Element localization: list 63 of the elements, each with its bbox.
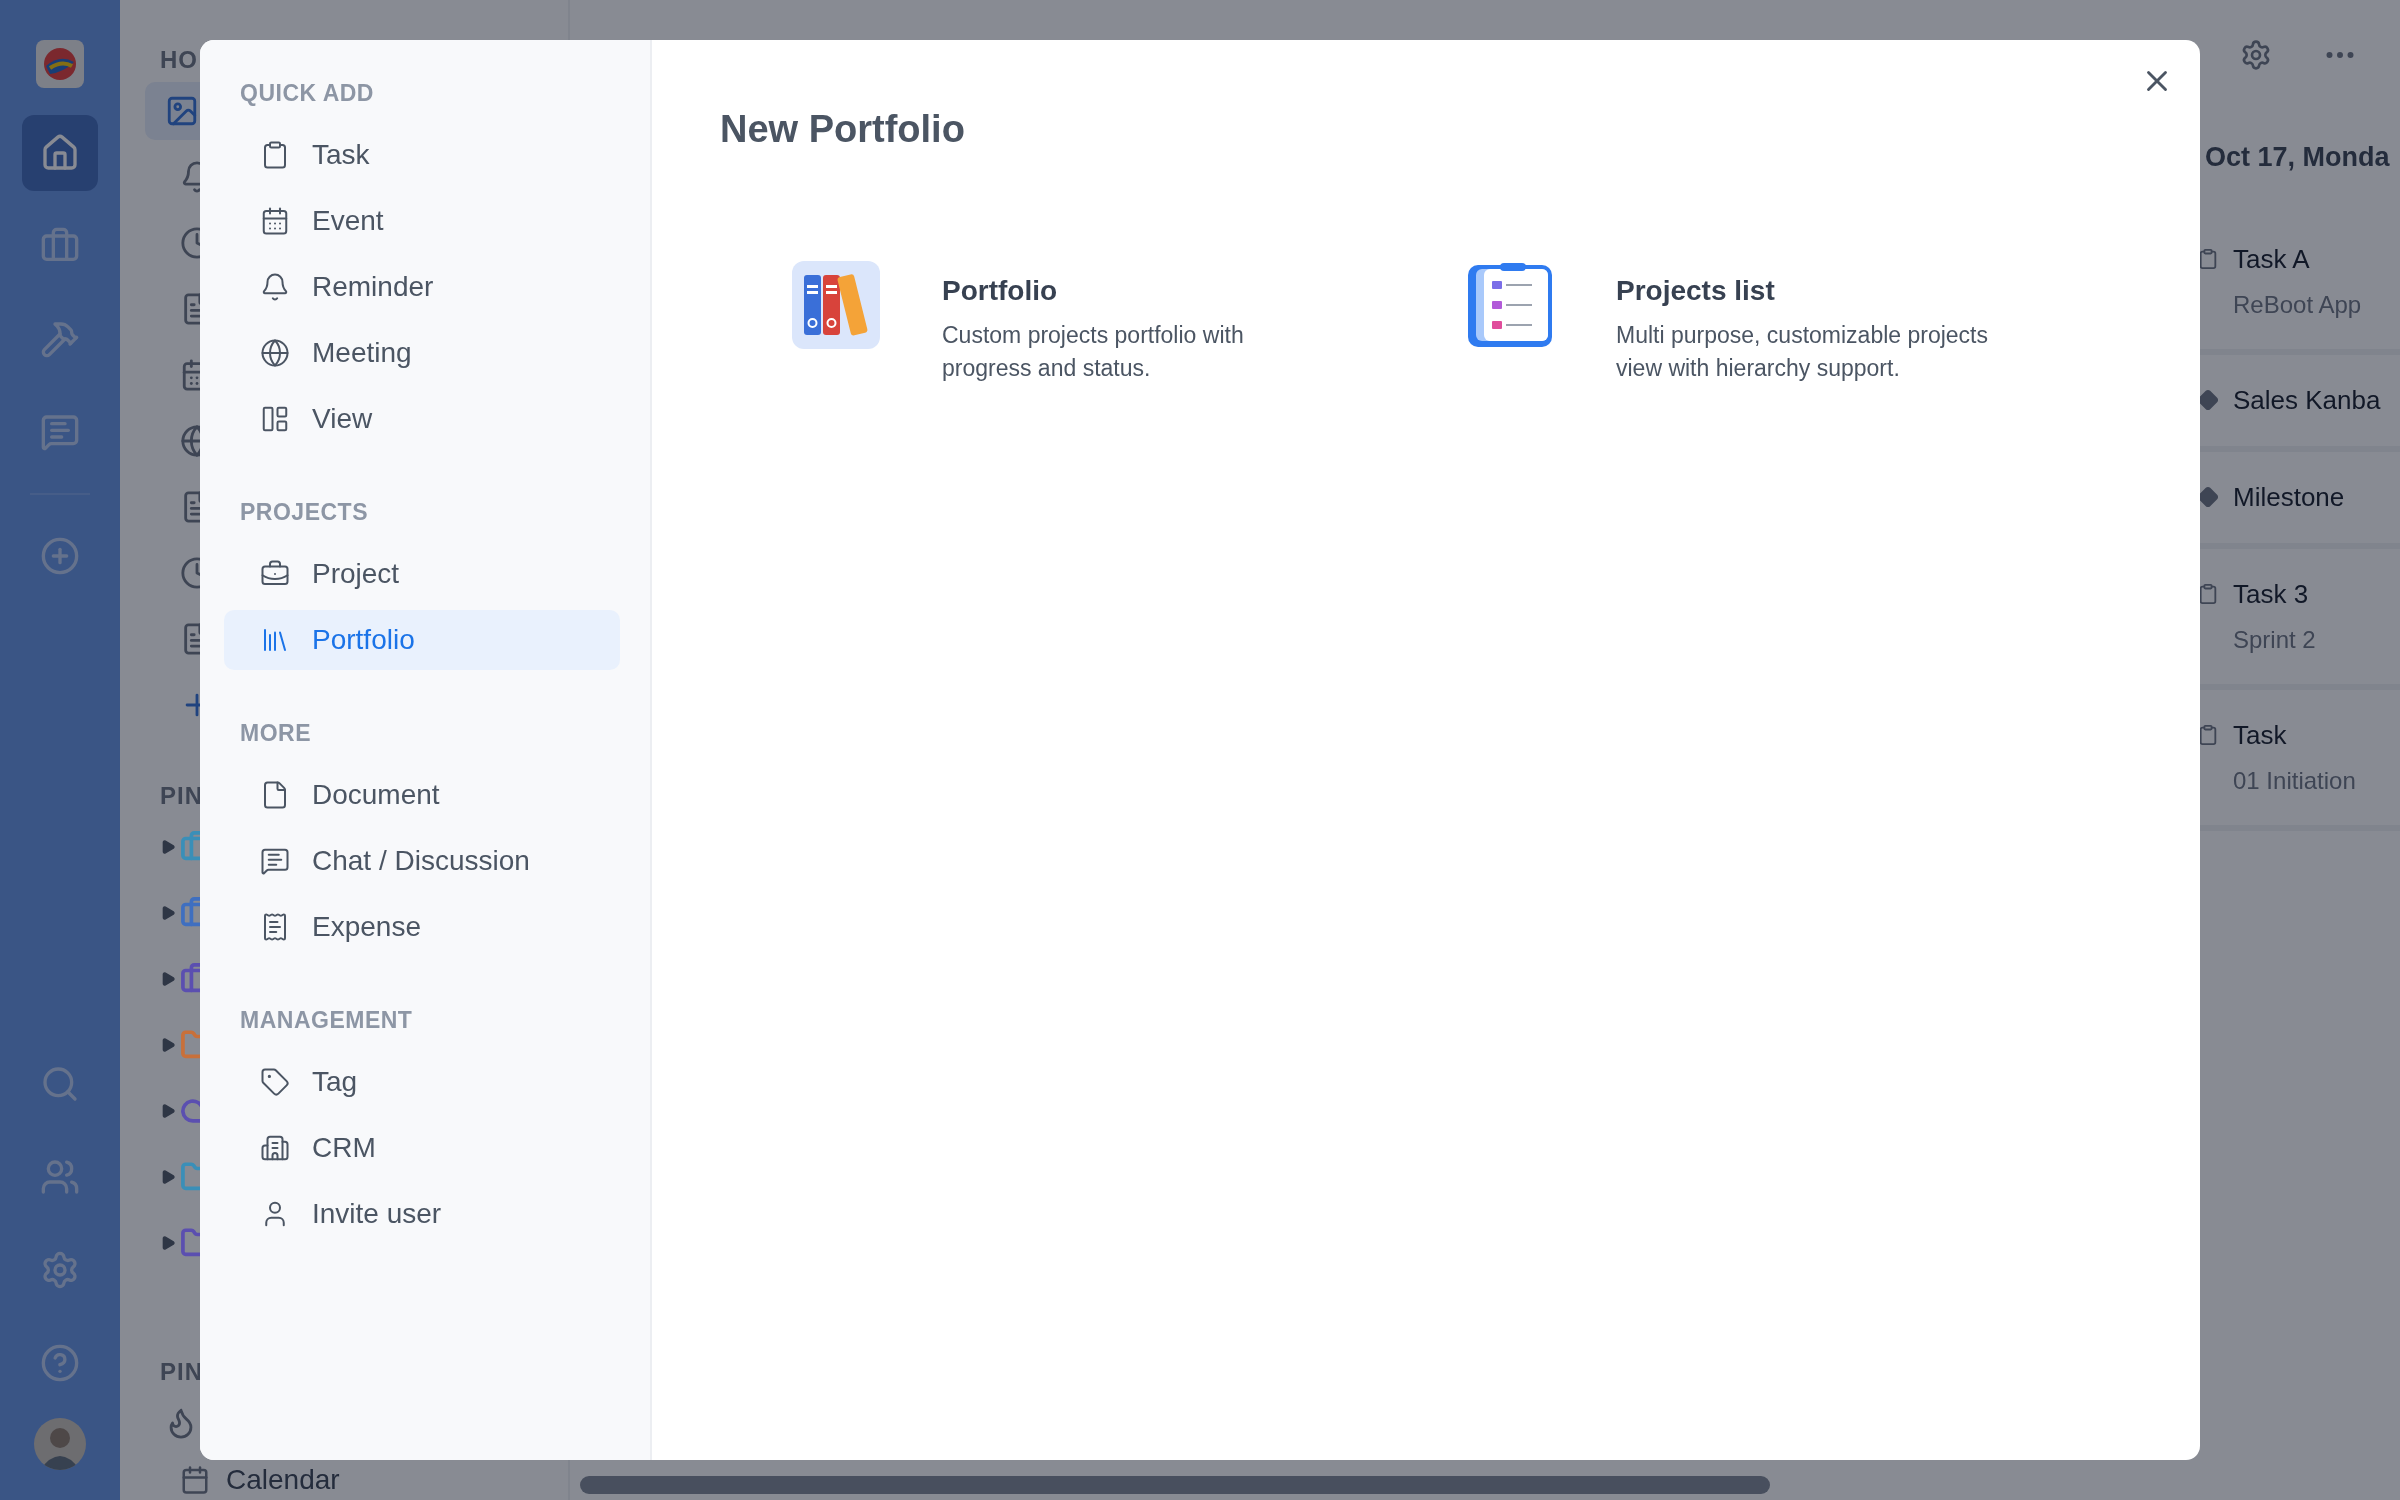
menu-item[interactable]: Portfolio <box>224 610 620 670</box>
section-heading: PROJECTS <box>239 499 369 526</box>
globe-icon <box>260 338 290 368</box>
dialog-title: New Portfolio <box>720 108 966 151</box>
nav-item[interactable]: Calendar <box>226 1464 340 1496</box>
caret-icon[interactable] <box>160 1235 176 1251</box>
bell-icon <box>260 272 290 302</box>
caret-icon[interactable] <box>160 1169 176 1185</box>
menu-item[interactable]: Reminder <box>224 257 620 317</box>
section-heading: HO <box>160 46 198 74</box>
menu-item[interactable]: Event <box>224 191 620 251</box>
chat-icon <box>260 846 290 876</box>
clipboard-list-icon <box>1466 261 1554 349</box>
image-icon <box>165 94 199 128</box>
menu-item[interactable]: Project <box>224 544 620 604</box>
event-title[interactable]: Task <box>2233 720 2356 751</box>
event-subtitle: ReBoot App <box>2233 291 2362 319</box>
layout-icon <box>260 404 290 434</box>
option-title[interactable]: Portfolio <box>942 275 1292 307</box>
menu-item[interactable]: Tag <box>224 1052 620 1112</box>
app-logo[interactable] <box>36 40 84 88</box>
section-heading: PIN <box>160 1358 204 1386</box>
section-heading: QUICK ADD <box>239 80 375 107</box>
event-title[interactable]: Task A <box>2233 244 2362 275</box>
section-heading: MORE <box>239 720 312 747</box>
home-icon[interactable] <box>22 115 98 191</box>
settings-icon[interactable] <box>2240 39 2272 71</box>
caret-icon[interactable] <box>160 1103 176 1119</box>
option-description: Custom projects portfolio with progress and status. <box>942 321 1245 383</box>
caret-icon[interactable] <box>160 905 176 921</box>
date-heading: Oct 17, Monda <box>2205 141 2391 174</box>
milestone-icon <box>2197 486 2219 508</box>
milestone-icon <box>2197 389 2219 411</box>
event-subtitle: Sprint 2 <box>2233 626 2316 654</box>
option-title[interactable]: Projects list <box>1616 275 2036 307</box>
menu-item[interactable]: Document <box>224 765 620 825</box>
caret-icon[interactable] <box>160 1037 176 1053</box>
calendar-icon <box>180 1465 210 1495</box>
option-description: Multi purpose, customizable projects view with hierarchy support. <box>1616 321 1989 383</box>
event-title[interactable]: Sales Kanba <box>2233 385 2381 416</box>
menu-item[interactable]: CRM <box>224 1118 620 1178</box>
menu-item[interactable]: Invite user <box>224 1184 620 1244</box>
event-title[interactable]: Task 3 <box>2233 579 2316 610</box>
task-icon <box>2197 583 2219 605</box>
task-icon <box>2197 724 2219 746</box>
scrollbar[interactable] <box>580 1476 1770 1494</box>
binders-icon <box>792 261 880 349</box>
building-icon <box>260 1133 290 1163</box>
caret-icon[interactable] <box>160 971 176 987</box>
menu-item[interactable]: Meeting <box>224 323 620 383</box>
user-avatar[interactable] <box>34 1418 86 1470</box>
menu-item[interactable]: Chat / Discussion <box>224 831 620 891</box>
section-heading: PIN <box>160 782 203 810</box>
tag-icon <box>260 1067 290 1097</box>
event-subtitle: 01 Initiation <box>2233 767 2356 795</box>
menu-item[interactable]: Task <box>224 125 620 185</box>
calendar-icon <box>260 206 290 236</box>
caret-icon[interactable] <box>160 839 176 855</box>
section-heading: MANAGEMENT <box>239 1007 414 1034</box>
menu-item[interactable]: Expense <box>224 897 620 957</box>
task-icon <box>2197 248 2219 270</box>
event-title[interactable]: Milestone <box>2233 482 2345 513</box>
menu-item[interactable]: View <box>224 389 620 449</box>
